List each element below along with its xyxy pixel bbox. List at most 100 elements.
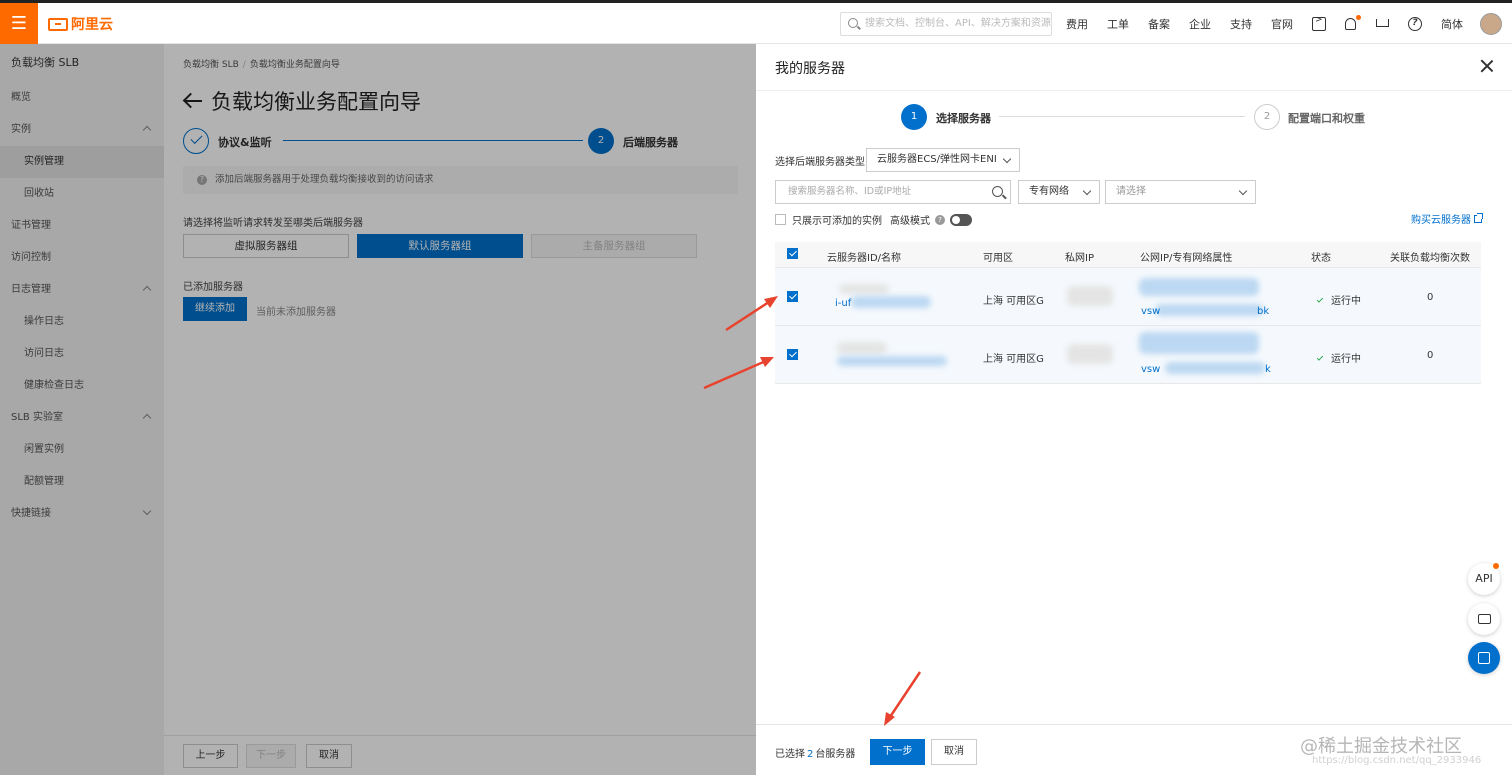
apps-float-button[interactable]	[1468, 642, 1500, 674]
chevron-down-icon	[1238, 186, 1248, 196]
nav-fees[interactable]: 费用	[1066, 16, 1088, 32]
next-step-button[interactable]: 下一步	[870, 739, 925, 765]
status-cell: 运行中	[1316, 292, 1361, 307]
arrow-shaft	[703, 358, 769, 390]
cart-icon[interactable]	[1375, 17, 1389, 31]
nav-support[interactable]: 支持	[1230, 16, 1252, 32]
table-header: 云服务器ID/名称 可用区 私网IP 公网IP/专有网络属性 状态 关联负载均衡…	[775, 242, 1481, 268]
status-cell: 运行中	[1316, 350, 1361, 365]
buy-ecs-link[interactable]: 购买云服务器	[1411, 211, 1483, 226]
advanced-mode-toggle[interactable]	[950, 213, 972, 226]
advanced-mode: 高级模式?	[890, 212, 972, 227]
close-icon[interactable]	[1478, 57, 1496, 75]
col-header-slb-count: 关联负载均衡次数	[1390, 253, 1470, 264]
server-type-label: 选择后端服务器类型	[775, 157, 865, 168]
arrow-shaft	[886, 671, 922, 721]
only-addable-checkbox[interactable]: 只展示可添加的实例	[775, 212, 882, 227]
bell-icon[interactable]	[1345, 14, 1361, 30]
status-text: 运行中	[1331, 354, 1361, 365]
checkbox[interactable]	[787, 349, 798, 360]
search-placeholder: 搜索文档、控制台、API、解决方案和资源	[865, 18, 1051, 29]
selected-count: 已选择 2 台服务器	[775, 745, 855, 760]
nav-tickets[interactable]: 工单	[1107, 16, 1129, 32]
only-addable-label: 只展示可添加的实例	[792, 216, 882, 227]
select-all-checkbox[interactable]	[787, 248, 798, 260]
drawer-cancel-button[interactable]: 取消	[931, 739, 977, 765]
annotation-arrow-icon	[703, 357, 774, 390]
advanced-mode-label: 高级模式	[890, 216, 930, 227]
server-search-input[interactable]: 搜索服务器名称、ID或IP地址	[775, 180, 1011, 204]
step-number-select: 1	[901, 104, 927, 130]
drawer-title: 我的服务器	[775, 61, 845, 77]
feedback-float-button[interactable]	[1468, 603, 1500, 635]
table-row[interactable]: i-uf 上海 可用区G vsw bk 运行中 0	[775, 268, 1481, 326]
row-checkbox[interactable]	[787, 349, 798, 361]
col-header-status: 状态	[1311, 253, 1331, 264]
nav-official-site[interactable]: 官网	[1271, 16, 1293, 32]
api-float-button[interactable]: API	[1468, 563, 1500, 595]
arrow-shaft	[725, 298, 773, 332]
nav-icp[interactable]: 备案	[1148, 16, 1170, 32]
watermark-url: https://blog.csdn.net/qq_2933946	[1312, 755, 1482, 766]
avatar[interactable]	[1480, 13, 1502, 35]
selected-suffix: 台服务器	[815, 749, 856, 760]
server-type-value: 云服务器ECS/弹性网卡ENI	[877, 154, 997, 165]
top-nav: 费用 工单 备案 企业 支持 官网 ? 简体	[1066, 3, 1482, 44]
checkbox[interactable]	[775, 214, 786, 225]
apps-grid-icon	[1478, 652, 1490, 664]
vswitch-link-suffix[interactable]: bk	[1257, 306, 1269, 317]
redacted-name	[839, 284, 889, 294]
step-number-config: 2	[1254, 104, 1280, 130]
row-checkbox[interactable]	[787, 291, 798, 303]
redacted-public-ip	[1139, 278, 1259, 296]
help-icon[interactable]: ?	[935, 214, 945, 225]
logo-mark-icon	[48, 17, 68, 31]
top-bar: ☰ 阿里云 搜索文档、控制台、API、解决方案和资源 费用 工单 备案 企业 支…	[0, 0, 1512, 44]
redacted-vswitch	[1165, 362, 1265, 374]
chevron-down-icon	[1082, 186, 1092, 196]
vpc-select[interactable]: 请选择	[1105, 180, 1256, 204]
help-icon[interactable]: ?	[1408, 16, 1422, 31]
zone-cell: 上海 可用区G	[983, 296, 1044, 307]
col-header-public-ip: 公网IP/专有网络属性	[1140, 253, 1233, 264]
redacted-vswitch	[1155, 304, 1263, 316]
step-label-config-port: 配置端口和权重	[1288, 112, 1365, 125]
modal-overlay[interactable]	[0, 44, 756, 775]
redacted-private-ip	[1067, 286, 1113, 306]
status-text: 运行中	[1331, 296, 1361, 307]
server-table: 云服务器ID/名称 可用区 私网IP 公网IP/专有网络属性 状态 关联负载均衡…	[775, 242, 1481, 384]
vswitch-link[interactable]: vsw	[1141, 364, 1160, 375]
vswitch-link[interactable]: vsw	[1141, 306, 1160, 317]
nav-enterprise[interactable]: 企业	[1189, 16, 1211, 32]
checkbox[interactable]	[787, 291, 798, 302]
selected-count-number: 2	[807, 749, 814, 760]
col-header-private-ip: 私网IP	[1065, 253, 1094, 264]
terminal-icon[interactable]	[1312, 15, 1326, 31]
slb-count-cell: 0	[1427, 350, 1434, 361]
redacted-id	[837, 356, 947, 366]
language-switch[interactable]: 简体	[1441, 16, 1463, 32]
search-icon[interactable]	[992, 186, 1003, 197]
redacted-name	[837, 342, 887, 354]
network-type-value: 专有网络	[1029, 186, 1069, 197]
network-type-select[interactable]: 专有网络	[1018, 180, 1100, 204]
check-icon	[1316, 354, 1324, 361]
step-connector	[999, 116, 1245, 117]
checkbox[interactable]	[787, 248, 798, 259]
arrow-head	[764, 296, 778, 308]
annotation-arrow-icon	[725, 296, 778, 332]
divider	[756, 90, 1512, 91]
redacted-id	[851, 296, 931, 308]
step-label-select-server: 选择服务器	[936, 112, 991, 125]
server-type-select[interactable]: 云服务器ECS/弹性网卡ENI	[866, 148, 1020, 172]
zone-cell: 上海 可用区G	[983, 354, 1044, 365]
logo-text: 阿里云	[71, 17, 113, 33]
menu-icon[interactable]: ☰	[0, 3, 38, 44]
aliyun-logo[interactable]: 阿里云	[48, 14, 113, 34]
server-id-link[interactable]: i-uf	[835, 298, 851, 309]
table-row[interactable]: 上海 可用区G vsw k 运行中 0	[775, 326, 1481, 384]
vswitch-link-suffix[interactable]: k	[1265, 364, 1271, 375]
vpc-placeholder: 请选择	[1116, 186, 1146, 197]
global-search-input[interactable]: 搜索文档、控制台、API、解决方案和资源	[840, 12, 1052, 36]
search-icon	[848, 18, 858, 28]
